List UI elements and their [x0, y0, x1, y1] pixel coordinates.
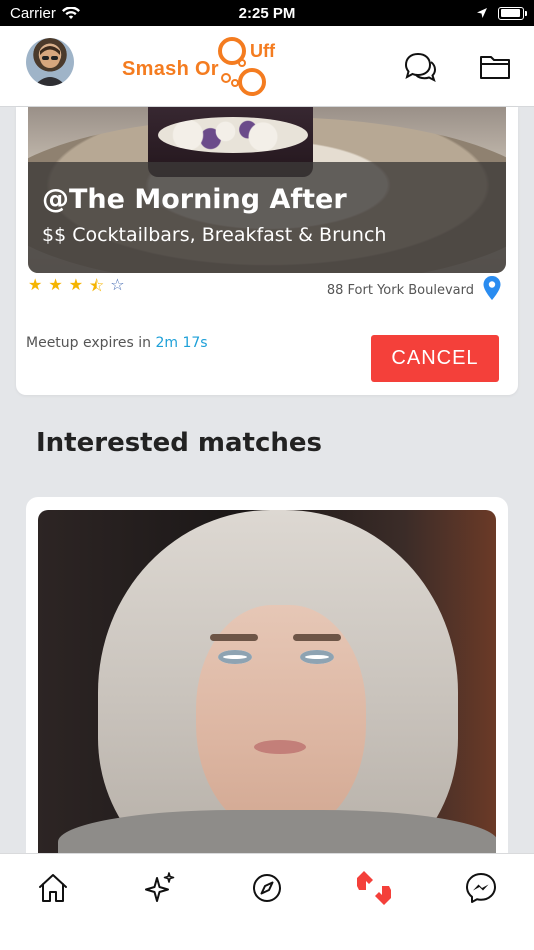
- expiry-prefix: Meetup expires in: [26, 335, 156, 351]
- folder-button[interactable]: [478, 50, 512, 84]
- venue-photo-topping: [158, 117, 308, 153]
- star-full-icon: ★: [28, 275, 43, 294]
- carrier-label: Carrier: [10, 4, 56, 22]
- star-empty-icon: ☆: [110, 275, 125, 294]
- app-header: Smash Or Uff: [0, 26, 534, 107]
- logo-text: Smash Or: [122, 58, 219, 80]
- location-arrow-icon: [477, 8, 487, 18]
- battery-level: [500, 9, 520, 17]
- folder-icon: [480, 56, 510, 79]
- match-photo-eye: [300, 650, 334, 664]
- tab-discover[interactable]: [140, 868, 180, 908]
- app-logo: Smash Or Uff: [122, 34, 292, 100]
- cancel-button[interactable]: CANCEL: [371, 335, 499, 382]
- match-photo-eye: [218, 650, 252, 664]
- tab-explore[interactable]: [247, 868, 287, 908]
- messenger-icon: [466, 873, 496, 903]
- tab-meetups[interactable]: [354, 868, 394, 908]
- avatar[interactable]: [26, 38, 74, 86]
- battery-icon: [498, 6, 527, 20]
- venue-overlay: @The Morning After $$ Cocktailbars, Brea…: [28, 162, 506, 273]
- venue-card: @The Morning After $$ Cocktailbars, Brea…: [16, 107, 518, 395]
- chat-bubbles-button[interactable]: [402, 50, 437, 84]
- tab-bar: [0, 853, 534, 950]
- tab-home[interactable]: [33, 868, 73, 908]
- sparkle-icon: [145, 872, 175, 902]
- venue-category: $$ Cocktailbars, Breakfast & Brunch: [42, 224, 387, 246]
- compass-icon: [253, 874, 281, 902]
- match-photo-mouth: [254, 740, 306, 754]
- wifi-icon: [61, 6, 80, 19]
- tab-messages[interactable]: [461, 868, 501, 908]
- match-photo[interactable]: [38, 510, 496, 857]
- star-full-icon: ★: [68, 275, 84, 294]
- venue-name: @The Morning After: [42, 184, 347, 215]
- match-photo-brow: [210, 634, 258, 641]
- expiry-countdown: 2m 17s: [155, 335, 208, 351]
- status-left: Carrier: [10, 5, 80, 22]
- chat-bubbles-icon: [404, 52, 437, 82]
- meetup-expiry: Meetup expires in 2m 17s: [26, 335, 208, 351]
- status-bar: Carrier 2:25 PM: [0, 0, 534, 26]
- star-full-icon: ★: [48, 275, 63, 294]
- meetups-icon: [357, 871, 391, 905]
- star-half-icon: ⯪: [89, 276, 105, 295]
- status-right: [476, 6, 527, 20]
- section-title: Interested matches: [36, 428, 322, 458]
- map-pin-icon[interactable]: [482, 275, 502, 301]
- logo-suffix: Uff: [250, 41, 275, 61]
- venue-address: 88 Fort York Boulevard: [326, 283, 474, 298]
- match-card[interactable]: [26, 497, 508, 857]
- star-rating: ★ ★ ★ ⯪ ☆: [28, 275, 125, 302]
- status-time: 2:25 PM: [238, 4, 296, 22]
- home-icon: [39, 874, 67, 902]
- match-photo-brow: [293, 634, 341, 641]
- avatar-photo: [34, 46, 66, 86]
- venue-photo[interactable]: @The Morning After $$ Cocktailbars, Brea…: [28, 107, 506, 273]
- match-photo-sweater: [58, 810, 496, 857]
